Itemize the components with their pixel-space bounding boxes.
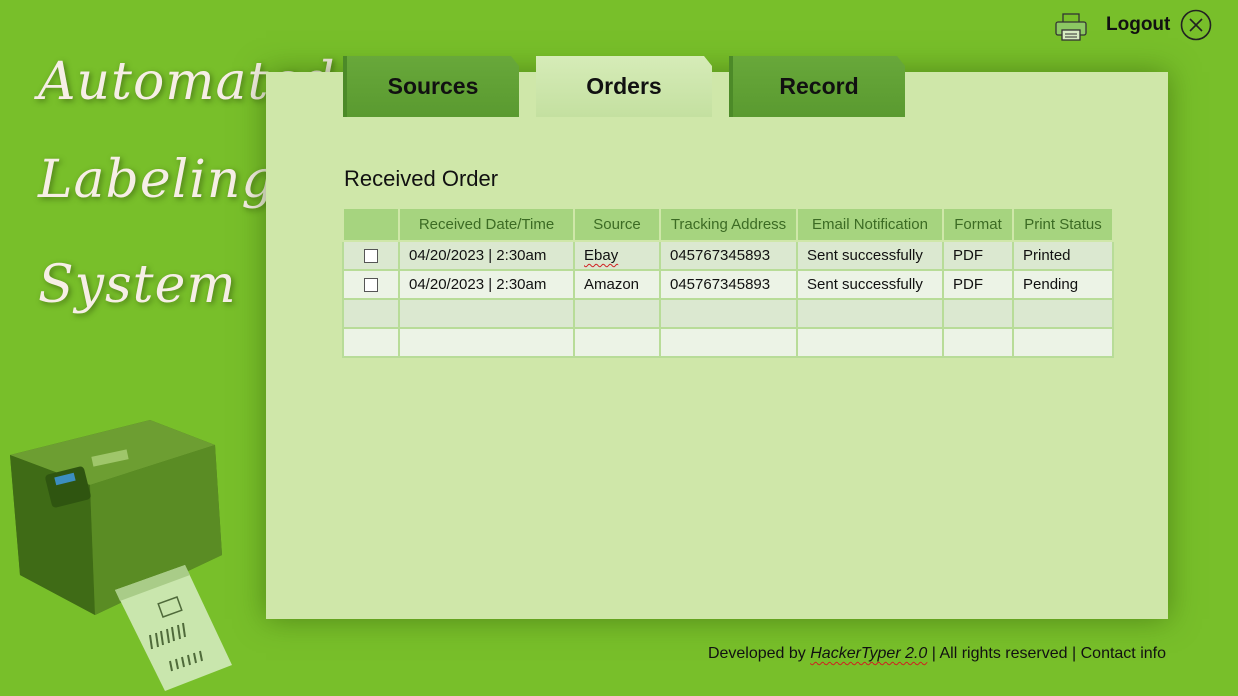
footer-developed-by: Developed by [707, 645, 806, 662]
footer-developer-link[interactable]: HackerTyper 2.0 [810, 645, 927, 662]
table-row [342, 298, 1114, 329]
cell-email [796, 298, 944, 329]
cell-format [942, 327, 1014, 358]
cell-email: Sent successfully [796, 269, 944, 300]
cell-format [942, 298, 1014, 329]
cell-datetime: 04/20/2023 | 2:30am [398, 240, 575, 271]
row-select-cell [342, 240, 400, 271]
cell-status [1012, 298, 1114, 329]
header-tracking-address: Tracking Address [659, 207, 798, 242]
cell-source [573, 298, 661, 329]
footer-rights: All rights reserved [939, 645, 1068, 662]
cell-tracking [659, 327, 798, 358]
cell-status: Pending [1012, 269, 1114, 300]
footer: Developed by HackerTyper 2.0 | All right… [708, 645, 1166, 663]
tab-orders[interactable]: Orders [536, 56, 712, 117]
cell-datetime: 04/20/2023 | 2:30am [398, 269, 575, 300]
cell-tracking [659, 298, 798, 329]
cell-format: PDF [942, 269, 1014, 300]
header-format: Format [942, 207, 1014, 242]
cell-source [573, 327, 661, 358]
header-print-status: Print Status [1012, 207, 1114, 242]
footer-separator: | [1072, 645, 1077, 662]
cell-datetime [398, 298, 575, 329]
row-select-cell [342, 298, 400, 329]
cell-status: Printed [1012, 240, 1114, 271]
table-header-row: Received Date/Time Source Tracking Addre… [342, 207, 1114, 242]
print-button[interactable] [1054, 12, 1088, 42]
row-select-cell [342, 327, 400, 358]
cell-source-text: Ebay [584, 247, 619, 264]
header-source: Source [573, 207, 661, 242]
cell-source: Ebay [573, 240, 661, 271]
cell-tracking: 045767345893 [659, 269, 798, 300]
app-title-line-2: Labeling [38, 150, 276, 210]
row-checkbox[interactable] [364, 278, 378, 293]
table-row: 04/20/2023 | 2:30am Ebay 045767345893 Se… [342, 240, 1114, 271]
header-received-datetime: Received Date/Time [398, 207, 575, 242]
tab-record[interactable]: Record [729, 56, 905, 117]
header-email-notification: Email Notification [796, 207, 944, 242]
printer-illustration [0, 415, 240, 691]
printer-icon [1055, 13, 1087, 41]
cell-email [796, 327, 944, 358]
cell-status [1012, 327, 1114, 358]
footer-contact-link[interactable]: Contact info [1081, 645, 1166, 662]
cell-source: Amazon [573, 269, 661, 300]
close-circle-icon [1180, 9, 1212, 41]
cell-format: PDF [942, 240, 1014, 271]
table-row [342, 327, 1114, 358]
cell-datetime [398, 327, 575, 358]
row-select-cell [342, 269, 400, 300]
tab-sources[interactable]: Sources [343, 56, 519, 117]
logout-button[interactable]: Logout [1106, 14, 1170, 36]
cell-tracking: 045767345893 [659, 240, 798, 271]
table-row: 04/20/2023 | 2:30am Amazon 045767345893 … [342, 269, 1114, 300]
cell-email: Sent successfully [796, 240, 944, 271]
section-title: Received Order [344, 166, 499, 191]
orders-table: Received Date/Time Source Tracking Addre… [342, 207, 1114, 358]
row-checkbox[interactable] [364, 249, 378, 264]
close-button[interactable] [1180, 9, 1212, 41]
header-select [342, 207, 400, 242]
app-title-line-3: System [38, 255, 237, 315]
footer-separator: | [931, 645, 936, 662]
